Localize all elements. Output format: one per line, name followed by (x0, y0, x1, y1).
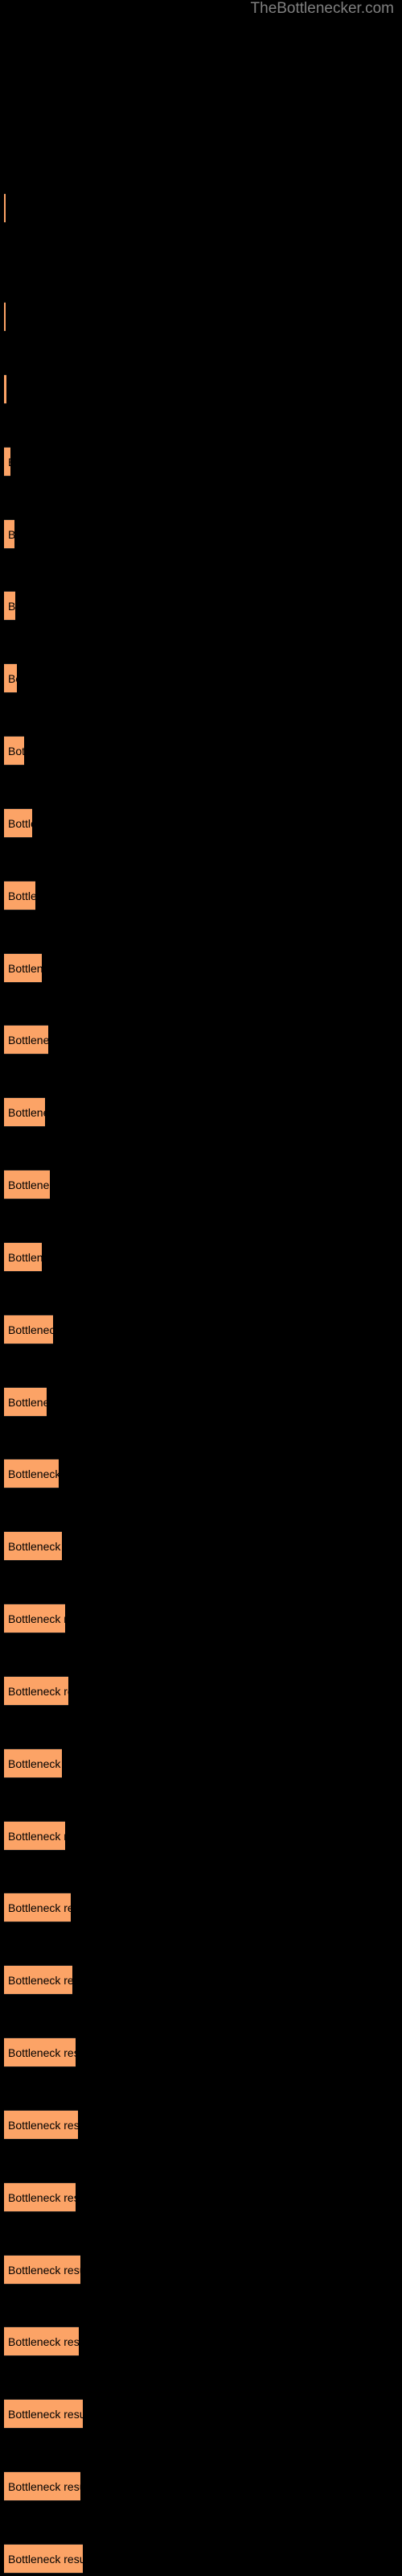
bottleneck-result-bar: Bottleneck result (4, 1387, 47, 1417)
bottleneck-result-bar: Bottleneck result (4, 1893, 71, 1922)
bar-label: Bottleneck result (8, 2263, 80, 2277)
bottleneck-result-bar: Bottleneck result (4, 2326, 79, 2356)
bar-label: Bottleneck result (8, 2190, 76, 2204)
bar-row: Bottleneck result (0, 302, 402, 332)
bar-row: Bottleneck result (0, 881, 402, 910)
bottleneck-result-bar: Bottleneck result (4, 953, 42, 983)
bar-label: Bottleneck result (8, 1757, 62, 1770)
bar-row: Bottleneck result (0, 736, 402, 766)
bar-label: Bottleneck result (8, 1033, 48, 1046)
bar-label: Bottleneck result (8, 889, 35, 902)
bottleneck-result-bar: Bottleneck result (4, 1097, 45, 1127)
bar-row: Bottleneck result (0, 2037, 402, 2067)
bar-row: Bottleneck result (0, 374, 402, 404)
bar-row: Bottleneck result (0, 1025, 402, 1055)
bar-label: Bottleneck result (8, 1178, 50, 1191)
bar-label: Bottleneck result (8, 2046, 76, 2059)
bar-label: Bottleneck result (8, 1612, 65, 1625)
bottleneck-result-bar: Bottleneck result (4, 2544, 83, 2574)
bottleneck-result-bar: Bottleneck result (4, 1242, 42, 1272)
bottleneck-bar-chart: Bottleneck result Bottleneck result Bottle… (0, 0, 402, 2576)
bottleneck-result-bar: Bottleneck result (4, 2471, 80, 2501)
bottleneck-result-bar: Bottleneck result (4, 1315, 53, 1344)
bottleneck-result-bar: Bottleneck result (4, 193, 6, 223)
bar-row: Bottleneck result (0, 2255, 402, 2285)
bar-row: Bottleneck result (0, 953, 402, 983)
bottleneck-result-bar: Bottleneck result (4, 591, 15, 621)
bar-row: Bottleneck result (0, 1387, 402, 1417)
bottleneck-result-bar: Bottleneck result (4, 1025, 48, 1055)
bar-label: Bottleneck result (8, 599, 15, 613)
bar-label: Bottleneck result (8, 1467, 59, 1480)
bottleneck-result-bar: Bottleneck result (4, 2182, 76, 2212)
bar-label: Bottleneck result (8, 816, 32, 830)
bottleneck-result-bar: Bottleneck result (4, 1676, 68, 1706)
bar-row: Bottleneck result (0, 2110, 402, 2140)
bar-label: Bottleneck result (8, 2118, 78, 2132)
bar-label: Bottleneck result (8, 1323, 53, 1336)
bar-label: Bottleneck result (8, 1684, 68, 1698)
bar-label: Bottleneck result (8, 744, 24, 758)
bar-label: Bottleneck result (8, 1829, 65, 1843)
bar-row: Bottleneck result (0, 1821, 402, 1851)
bar-label: Bottleneck result (8, 671, 17, 685)
bottleneck-result-bar: Bottleneck result (4, 2110, 78, 2140)
bar-label: Bottleneck result (8, 1901, 71, 1914)
bar-label: Bottleneck result (8, 1395, 47, 1409)
bar-row: Bottleneck result (0, 1242, 402, 1272)
bar-row: Bottleneck result (0, 1676, 402, 1706)
bar-label: Bottleneck result (8, 2334, 79, 2348)
bar-row: Bottleneck result (0, 2544, 402, 2574)
bottleneck-result-bar: Bottleneck result (4, 736, 24, 766)
bottleneck-result-bar: Bottleneck result (4, 2399, 83, 2429)
bar-row: Bottleneck result (0, 808, 402, 838)
bottleneck-result-bar: Bottleneck result (4, 1459, 59, 1488)
bar-label: Bottleneck result (8, 2552, 83, 2566)
bar-row: Bottleneck result (0, 1893, 402, 1922)
bottleneck-result-bar: Bottleneck result (4, 1604, 65, 1633)
bar-label: Bottleneck result (8, 2407, 83, 2421)
bar-label: Bottleneck result (8, 456, 10, 469)
bar-row: Bottleneck result (0, 2471, 402, 2501)
bar-label: Bottleneck result (8, 1250, 42, 1264)
bottleneck-result-bar: Bottleneck result (4, 1170, 50, 1199)
bottleneck-result-bar: Bottleneck result (4, 447, 10, 477)
bar-label: Bottleneck result (8, 961, 42, 975)
bottleneck-result-bar: Bottleneck result (4, 663, 17, 693)
bar-label: Bottleneck result (8, 1105, 45, 1119)
bar-row: Bottleneck result (0, 1531, 402, 1561)
bar-row: Bottleneck result (0, 1965, 402, 1995)
bar-row: Bottleneck result (0, 2182, 402, 2212)
bar-row: Bottleneck result (0, 1170, 402, 1199)
bottleneck-result-bar: Bottleneck result (4, 1965, 72, 1995)
bottleneck-result-bar: Bottleneck result (4, 1821, 65, 1851)
bar-row: Bottleneck result (0, 663, 402, 693)
bar-label: Bottleneck result (8, 1973, 72, 1987)
bottleneck-result-bar: Bottleneck result (4, 374, 6, 404)
bar-row: Bottleneck result (0, 1604, 402, 1633)
bottleneck-result-bar: Bottleneck result (4, 1748, 62, 1778)
bottleneck-result-bar: Bottleneck result (4, 881, 35, 910)
bar-row: Bottleneck result (0, 1748, 402, 1778)
bar-row: Bottleneck result (0, 591, 402, 621)
bar-label: Bottleneck result (8, 1539, 62, 1553)
bar-label: Bottleneck result (8, 528, 14, 541)
bottleneck-result-bar: Bottleneck result (4, 519, 14, 549)
bar-row: Bottleneck result (0, 1097, 402, 1127)
bar-row: Bottleneck result (0, 447, 402, 477)
bottleneck-result-bar: Bottleneck result (4, 2037, 76, 2067)
bar-row: Bottleneck result (0, 1315, 402, 1344)
bar-label: Bottleneck result (8, 2479, 80, 2493)
bottleneck-result-bar: Bottleneck result (4, 1531, 62, 1561)
bar-row: Bottleneck result (0, 193, 402, 223)
bottleneck-result-bar: Bottleneck result (4, 302, 6, 332)
bar-row: Bottleneck result (0, 1459, 402, 1488)
bar-row: Bottleneck result (0, 2326, 402, 2356)
bar-row: Bottleneck result (0, 2399, 402, 2429)
bottleneck-result-bar: Bottleneck result (4, 808, 32, 838)
bottleneck-result-bar: Bottleneck result (4, 2255, 80, 2285)
bar-row: Bottleneck result (0, 519, 402, 549)
